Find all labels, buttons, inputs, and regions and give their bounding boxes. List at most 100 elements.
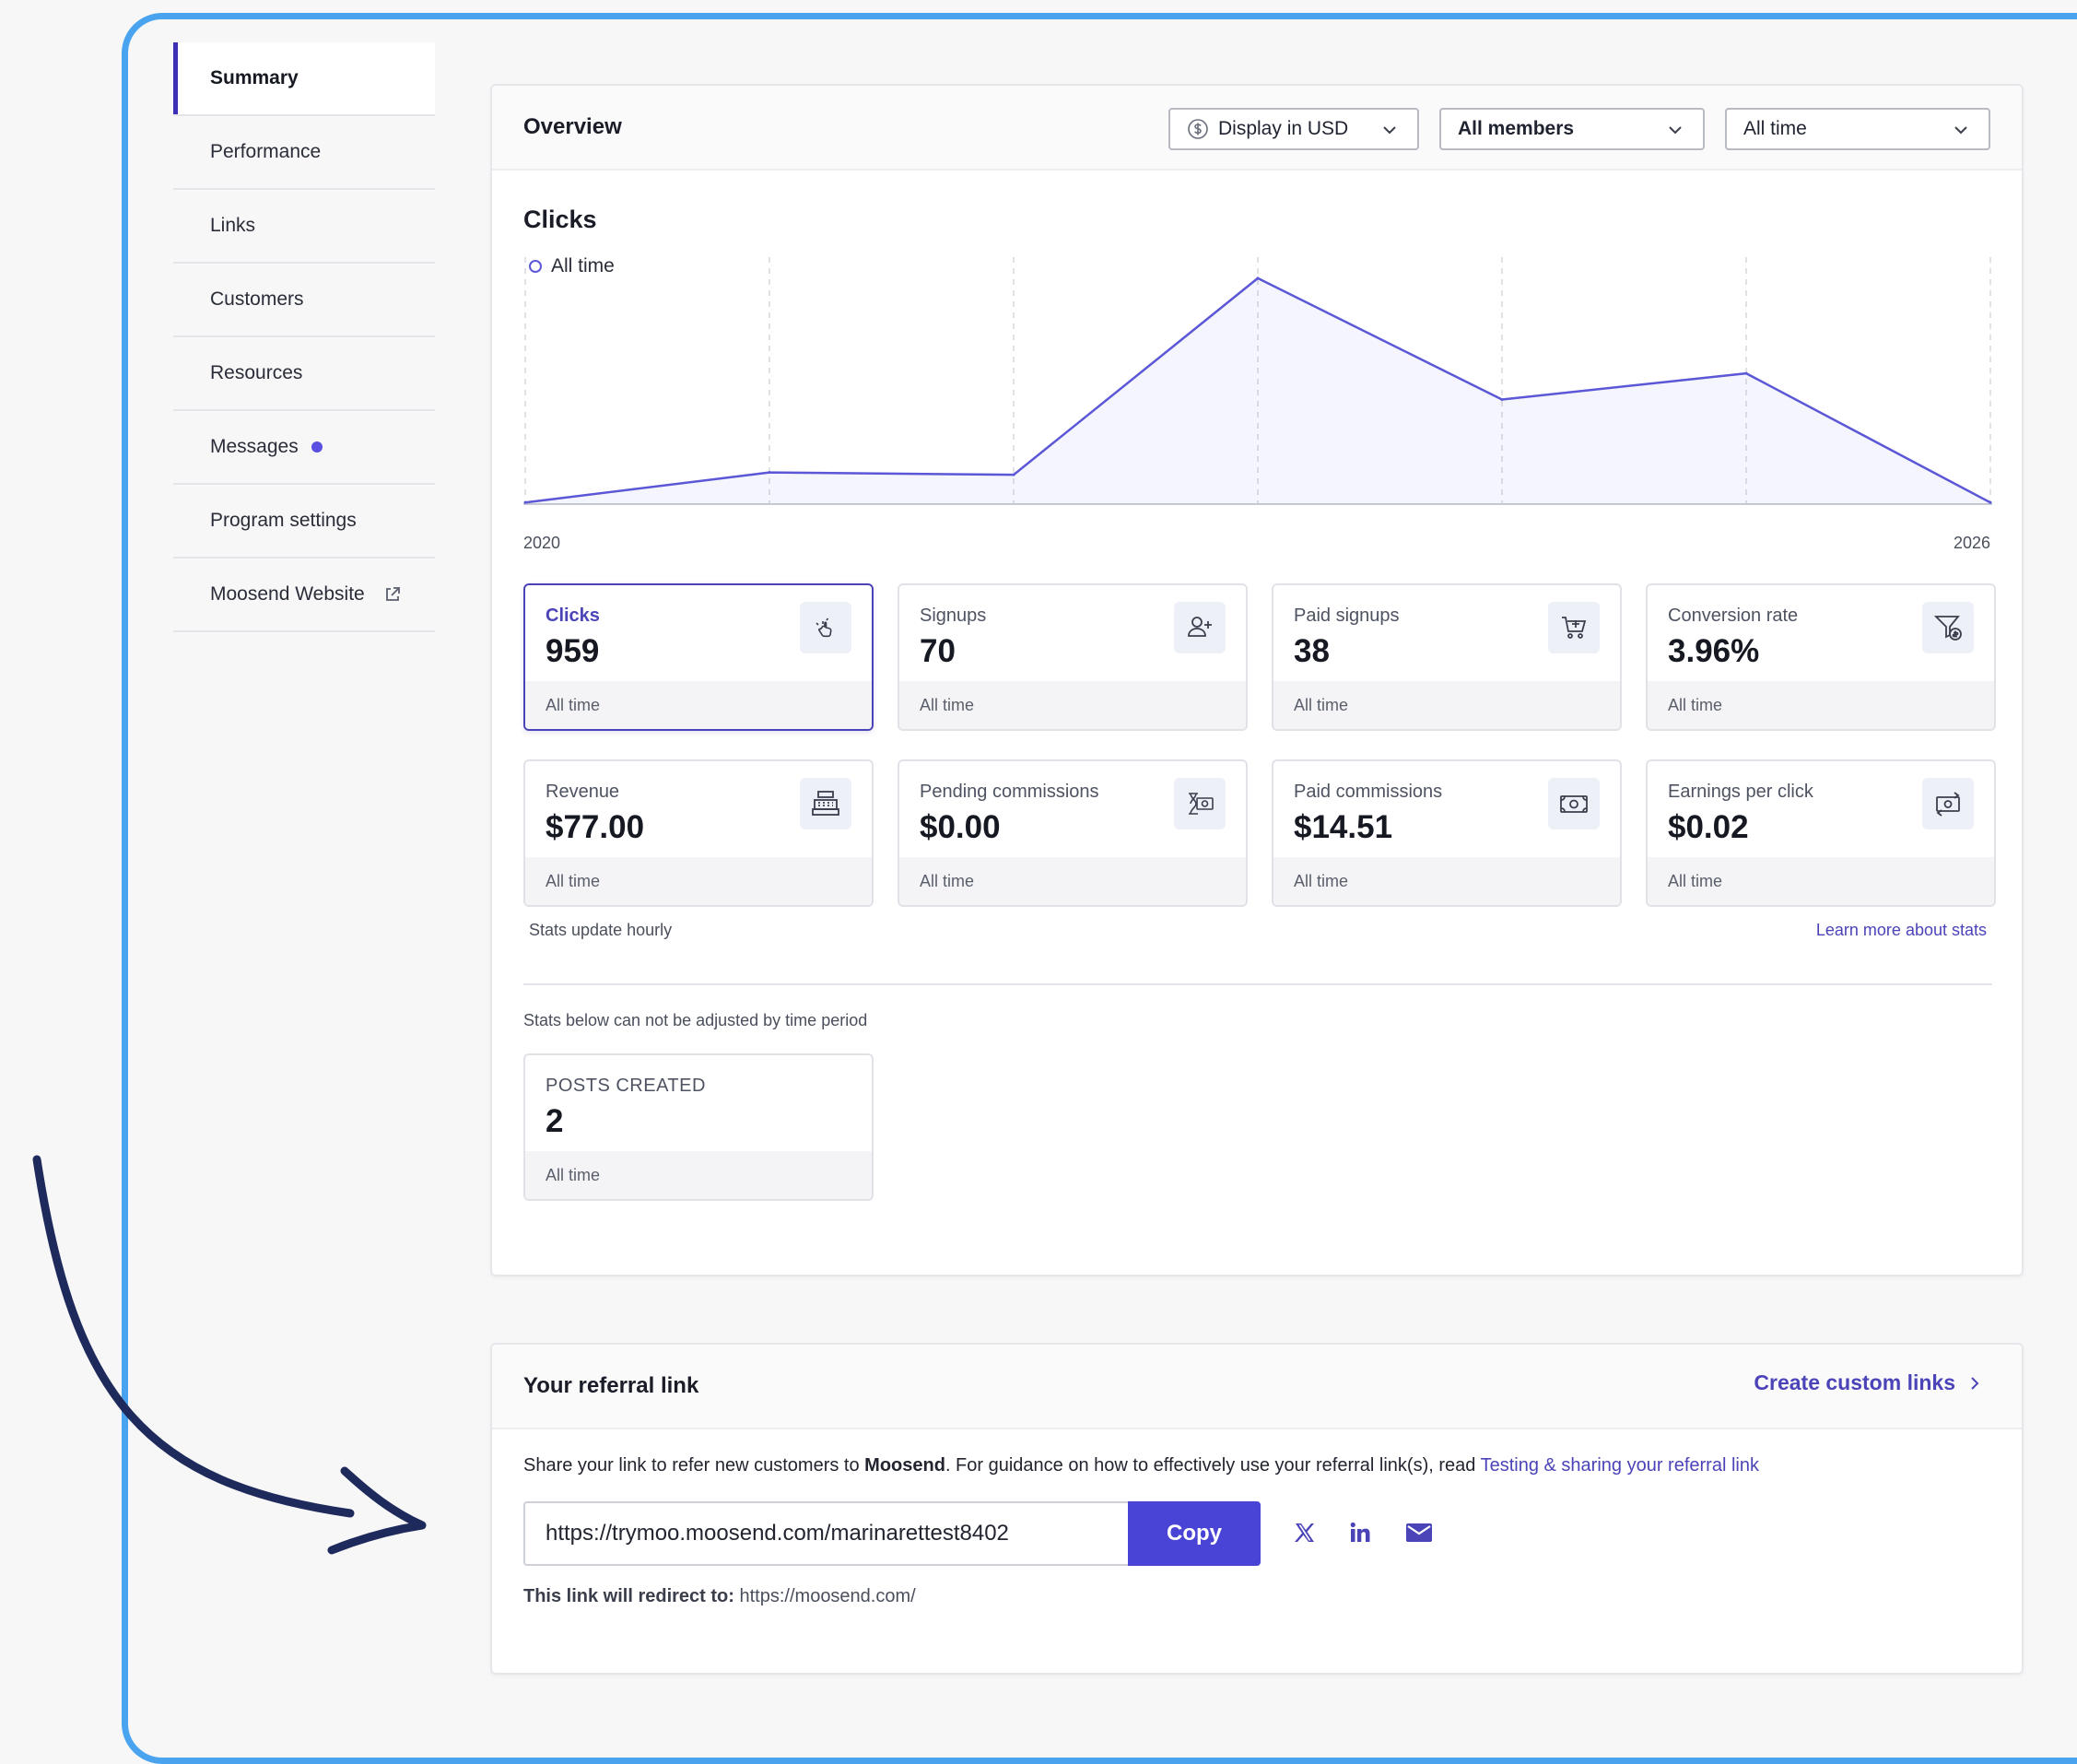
period-select[interactable]: All time [1725, 108, 1990, 150]
user-plus-icon [1174, 602, 1226, 653]
stat-period: All time [525, 681, 872, 729]
stat-period: All time [1648, 681, 1994, 729]
sidebar-item-label: Performance [210, 141, 322, 162]
brand-name: Moosend [864, 1455, 945, 1476]
stat-period: All time [899, 681, 1246, 729]
referral-header: Your referral link Create custom links [492, 1345, 2022, 1429]
sidebar: Summary Performance Links Customers Reso… [173, 42, 435, 632]
sidebar-item-resources[interactable]: Resources [173, 337, 435, 411]
referral-link-input[interactable] [523, 1501, 1128, 1566]
stat-period: All time [1648, 857, 1994, 905]
data-point [1989, 500, 1992, 504]
chevron-down-icon [1952, 121, 1970, 145]
cash-register-icon [800, 778, 851, 829]
redirect-label: This link will redirect to: [523, 1586, 734, 1606]
sidebar-item-summary[interactable]: Summary [173, 42, 435, 116]
create-custom-links-label: Create custom links [1754, 1370, 1955, 1394]
stats-update-note: Stats update hourly [529, 921, 673, 939]
cart-plus-icon [1548, 602, 1600, 653]
stat-card-conversion-rate[interactable]: Conversion rate 3.96% All time [1646, 583, 1996, 731]
legend-marker-icon [529, 260, 542, 273]
data-point [1256, 276, 1260, 280]
x-tick-start: 2020 [523, 534, 561, 552]
legend-label: All time [551, 255, 615, 276]
stat-label: Signups [920, 606, 987, 626]
x-share-icon[interactable] [1286, 1514, 1323, 1551]
stat-value: 959 [546, 633, 600, 669]
sidebar-item-label: Customers [210, 288, 304, 310]
period-select-value: All time [1743, 118, 1807, 139]
sidebar-item-label: Summary [210, 67, 299, 88]
overview-title: Overview [523, 114, 622, 139]
create-custom-links-link[interactable]: Create custom links [1754, 1370, 1981, 1395]
stat-label: Paid signups [1294, 606, 1400, 626]
stat-card-paid-commissions[interactable]: Paid commissions $14.51 All time [1272, 759, 1622, 907]
members-select-value: All members [1458, 118, 1575, 139]
clicks-chart [523, 257, 1992, 505]
stat-label: Earnings per click [1668, 782, 1813, 802]
data-point [768, 471, 771, 475]
stat-value: $77.00 [546, 809, 645, 845]
stat-value: 2 [546, 1103, 564, 1139]
stat-period: All time [899, 857, 1246, 905]
stat-period: All time [525, 1151, 872, 1199]
stat-value: 3.96% [1668, 633, 1760, 669]
referral-card: Your referral link Create custom links S… [490, 1343, 2024, 1675]
pending-money-icon [1174, 778, 1226, 829]
stat-label: Clicks [546, 606, 600, 626]
stat-card-clicks[interactable]: Clicks 959 All time [523, 583, 874, 731]
funnel-dollar-icon [1922, 602, 1974, 653]
stat-card-pending-commissions[interactable]: Pending commissions $0.00 All time [898, 759, 1248, 907]
stat-card-signups[interactable]: Signups 70 All time [898, 583, 1248, 731]
sidebar-item-moosend-website[interactable]: Moosend Website [173, 559, 435, 632]
stat-value: $0.00 [920, 809, 1001, 845]
sidebar-item-label: Program settings [210, 510, 357, 531]
overview-header: Overview Display in USD All members All … [492, 86, 2022, 171]
stat-label: Conversion rate [1668, 606, 1799, 626]
stat-card-paid-signups[interactable]: Paid signups 38 All time [1272, 583, 1622, 731]
learn-more-link[interactable]: Learn more about stats [1816, 921, 1987, 940]
sidebar-item-program-settings[interactable]: Program settings [173, 485, 435, 559]
data-point [1012, 473, 1015, 476]
referral-title: Your referral link [523, 1373, 699, 1398]
stat-label: Paid commissions [1294, 782, 1443, 802]
sidebar-item-messages[interactable]: Messages [173, 411, 435, 485]
guide-link[interactable]: Testing & sharing your referral link [1481, 1455, 1759, 1476]
series-area [525, 277, 1990, 504]
chevron-right-icon [1968, 1375, 1981, 1392]
chart-title: Clicks [523, 206, 597, 233]
redirect-info: This link will redirect to: https://moos… [523, 1586, 916, 1607]
stat-card-posts-created: POSTS CREATED 2 All time [523, 1053, 874, 1201]
sidebar-item-performance[interactable]: Performance [173, 116, 435, 190]
overview-card: Overview Display in USD All members All … [490, 84, 2024, 1276]
linkedin-share-icon[interactable] [1342, 1514, 1379, 1551]
email-share-icon[interactable] [1401, 1514, 1437, 1551]
sidebar-item-customers[interactable]: Customers [173, 264, 435, 337]
stat-card-revenue[interactable]: Revenue $77.00 All time [523, 759, 874, 907]
unread-dot-icon [311, 441, 323, 453]
section-divider [523, 983, 1992, 985]
stat-value: 38 [1294, 633, 1330, 669]
redirect-url: https://moosend.com/ [739, 1586, 916, 1606]
sidebar-item-label: Moosend Website [210, 583, 365, 605]
stat-value: $0.02 [1668, 809, 1749, 845]
external-link-icon [383, 585, 402, 604]
share-instructions: Share your link to refer new customers t… [523, 1455, 1759, 1476]
chevron-down-icon [1380, 121, 1399, 145]
copy-button[interactable]: Copy [1128, 1501, 1261, 1566]
stat-card-earnings-per-click[interactable]: Earnings per click $0.02 All time [1646, 759, 1996, 907]
members-select[interactable]: All members [1439, 108, 1705, 150]
data-point [1744, 371, 1748, 375]
stat-period: All time [525, 857, 872, 905]
stat-period: All time [1273, 857, 1620, 905]
stat-value: 70 [920, 633, 956, 669]
stat-period: All time [1273, 681, 1620, 729]
chevron-down-icon [1666, 121, 1684, 145]
sidebar-item-links[interactable]: Links [173, 190, 435, 264]
currency-select[interactable]: Display in USD [1168, 108, 1419, 150]
sidebar-item-label: Resources [210, 362, 303, 383]
stat-label: Revenue [546, 782, 620, 802]
sidebar-item-label: Links [210, 215, 256, 236]
sidebar-item-label: Messages [210, 436, 299, 457]
share-text-pre: Share your link to refer new customers t… [523, 1455, 865, 1476]
